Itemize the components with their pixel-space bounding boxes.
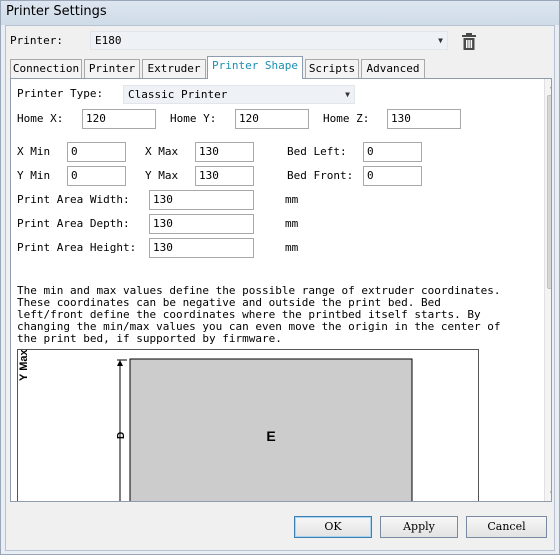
scroll-up-arrow-icon[interactable]: ▲ xyxy=(545,79,551,93)
printer-label: Printer: xyxy=(10,34,63,47)
y-axis-label: Y Max xyxy=(18,349,30,381)
print-area-depth-input[interactable]: 130 xyxy=(149,214,254,234)
print-area-width-label: Print Area Width: xyxy=(17,193,130,206)
print-area-height-label: Print Area Height: xyxy=(17,241,137,254)
scroll-thumb[interactable] xyxy=(547,95,551,289)
bed-left-label: Bed Left: xyxy=(287,145,347,158)
printer-shape-diagram: Y Max D E xyxy=(17,349,479,501)
tab-scripts[interactable]: Scripts xyxy=(305,59,359,78)
depth-label: D xyxy=(116,432,127,439)
print-area-width-input[interactable]: 130 xyxy=(149,190,254,210)
printer-select[interactable]: E180 ▼ xyxy=(90,31,448,50)
tab-extruder-label: Extruder xyxy=(147,62,201,75)
tab-extruder[interactable]: Extruder xyxy=(142,59,206,78)
bed-label: E xyxy=(266,428,275,444)
trash-icon[interactable] xyxy=(461,33,477,51)
y-max-input[interactable]: 130 xyxy=(195,166,254,186)
home-y-input[interactable]: 120 xyxy=(235,109,309,129)
y-min-label: Y Min xyxy=(17,169,51,182)
tab-printer-shape[interactable]: Printer Shape xyxy=(207,56,303,79)
home-x-label: Home X: xyxy=(17,112,64,125)
panel-scrollbar[interactable]: ▲ ▼ xyxy=(544,79,551,501)
printer-select-value: E180 xyxy=(95,34,122,47)
tab-advanced[interactable]: Advanced xyxy=(361,59,425,78)
x-min-input[interactable]: 0 xyxy=(67,142,126,162)
home-z-input[interactable]: 130 xyxy=(387,109,461,129)
printer-type-value: Classic Printer xyxy=(128,88,228,101)
home-y-label: Home Y: xyxy=(170,112,217,125)
printer-type-label: Printer Type: xyxy=(17,87,104,100)
printer-settings-window: Printer Settings Printer: E180 ▼ Connect… xyxy=(0,0,560,555)
x-min-label: X Min xyxy=(17,145,51,158)
y-min-input[interactable]: 0 xyxy=(67,166,126,186)
tab-printer-label: Printer xyxy=(88,62,136,75)
shape-description: The min and max values define the possib… xyxy=(17,284,501,345)
print-area-height-unit: mm xyxy=(285,241,299,254)
ok-button[interactable]: OK xyxy=(294,516,372,538)
window-title: Printer Settings xyxy=(1,1,559,25)
print-area-width-unit: mm xyxy=(285,193,299,206)
chevron-down-icon: ▼ xyxy=(438,36,443,45)
x-max-label: X Max xyxy=(145,145,179,158)
home-x-input[interactable]: 120 xyxy=(82,109,156,129)
apply-button[interactable]: Apply xyxy=(380,516,458,538)
bed-front-label: Bed Front: xyxy=(287,169,354,182)
home-z-label: Home Z: xyxy=(323,112,370,125)
tab-advanced-label: Advanced xyxy=(366,62,420,75)
bed-left-input[interactable]: 0 xyxy=(363,142,422,162)
tab-connection-label: Connection xyxy=(12,62,80,75)
bed-front-input[interactable]: 0 xyxy=(363,166,422,186)
scroll-down-arrow-icon[interactable]: ▼ xyxy=(545,487,551,501)
tab-printer-shape-label: Printer Shape xyxy=(211,59,299,72)
print-area-depth-label: Print Area Depth: xyxy=(17,217,130,230)
print-area-height-input[interactable]: 130 xyxy=(149,238,254,258)
tab-printer[interactable]: Printer xyxy=(84,59,140,78)
tab-connection[interactable]: Connection xyxy=(10,59,82,78)
printer-type-select[interactable]: Classic Printer ▼ xyxy=(123,85,355,104)
dialog-client: Printer: E180 ▼ Connection Printer Extru… xyxy=(5,25,555,551)
print-area-depth-unit: mm xyxy=(285,217,299,230)
cancel-button[interactable]: Cancel xyxy=(466,516,547,538)
y-max-label: Y Max xyxy=(145,169,179,182)
chevron-down-icon: ▼ xyxy=(345,90,350,99)
tab-scripts-label: Scripts xyxy=(308,62,356,75)
printer-shape-panel: Printer Type: Classic Printer ▼ Home X: … xyxy=(10,78,552,502)
x-max-input[interactable]: 130 xyxy=(195,142,254,162)
